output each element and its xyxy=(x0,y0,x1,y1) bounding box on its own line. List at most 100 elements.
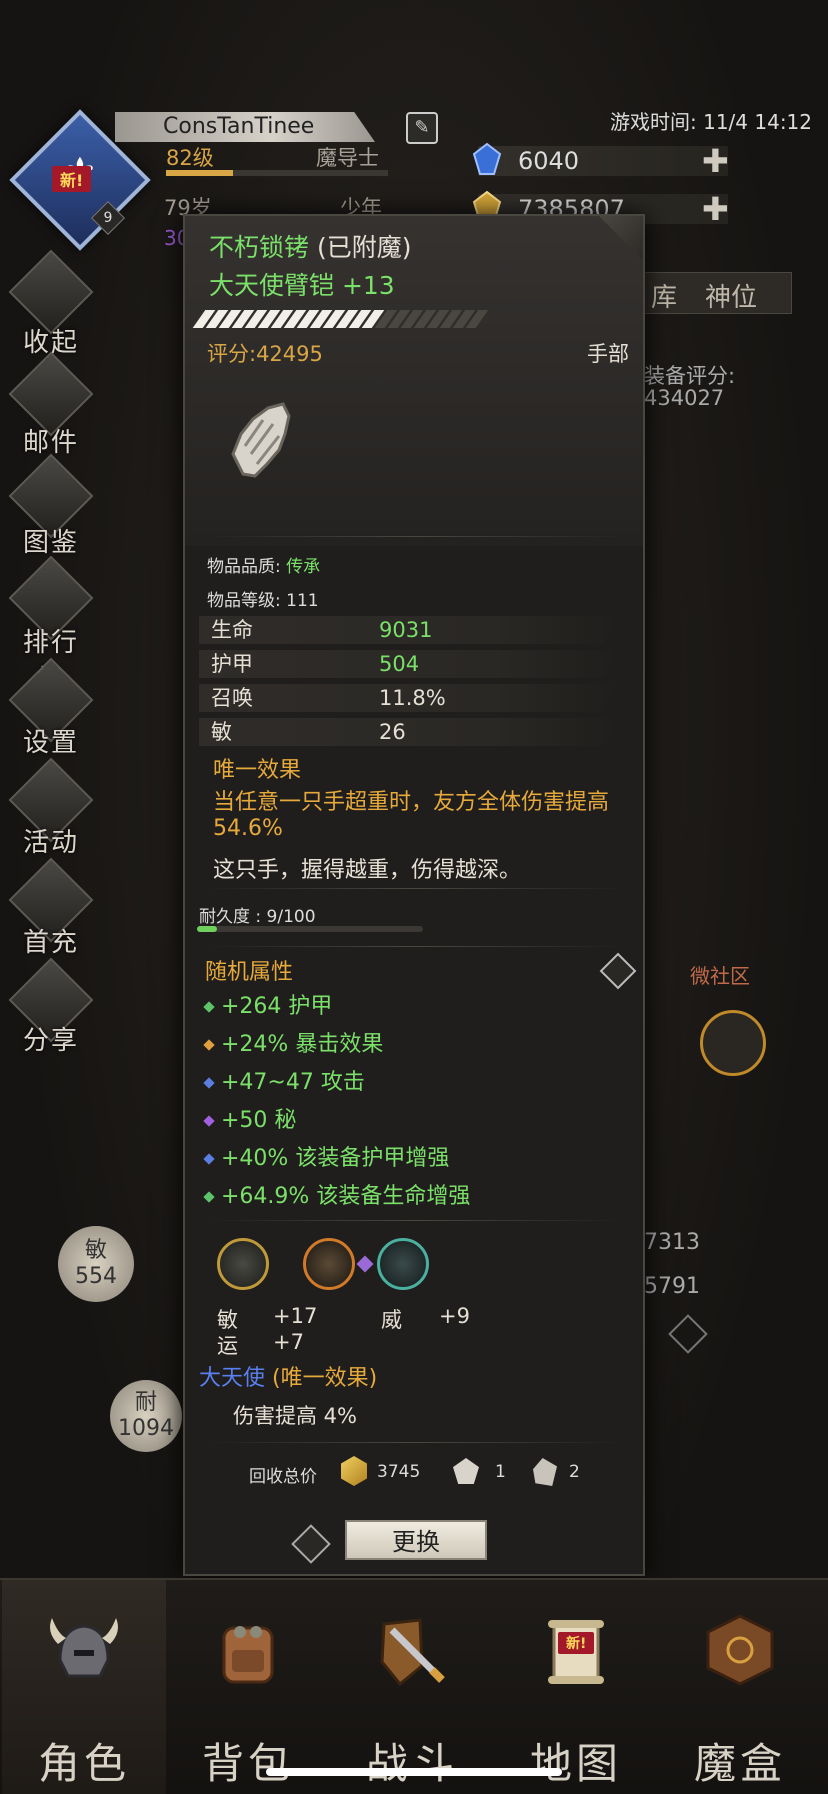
attr-dot-icon xyxy=(203,1039,215,1051)
unique-effect-title: 唯一效果 xyxy=(213,758,302,783)
socket-gem-icon[interactable] xyxy=(217,1238,269,1290)
nav-battle[interactable]: 战斗 xyxy=(330,1580,494,1794)
set-name: 大天使 xyxy=(199,1366,266,1391)
player-level: 82级 xyxy=(166,146,214,170)
blue-gem-icon xyxy=(472,142,502,175)
crystal-icon xyxy=(533,1458,557,1486)
tab-storage[interactable]: 库 xyxy=(651,277,677,314)
side-label-settings: 设置 xyxy=(22,728,79,758)
side-item-first-recharge[interactable]: 首充 xyxy=(8,857,94,958)
nav-map-label: 地图 xyxy=(529,1739,622,1788)
side-item-events[interactable]: 活动 xyxy=(8,757,94,858)
nav-backpack[interactable]: 背包 xyxy=(166,1580,330,1794)
helmet-icon xyxy=(50,1618,118,1678)
stat-name: 敏 xyxy=(211,720,232,744)
socket-stat-a-value: +17 xyxy=(273,1304,318,1328)
edit-name-button[interactable]: ✎ xyxy=(406,112,438,144)
endurance-circle: 耐 1094 xyxy=(110,1380,182,1452)
socket-gem-icon[interactable] xyxy=(303,1238,355,1290)
item-level: 物品等级: 111 xyxy=(207,591,319,611)
random-attr-text: +24% 暴击效果 xyxy=(221,1032,384,1057)
magic-cube-icon xyxy=(706,1614,774,1686)
stat-value: 9031 xyxy=(379,618,433,642)
side-item-share[interactable]: 分享 xyxy=(8,957,94,1056)
side-item-leaderboard[interactable]: 排行榜 xyxy=(8,555,94,695)
item-slot: 手部 xyxy=(587,342,629,366)
durability-bar-fill xyxy=(197,926,218,932)
random-attr-line: +47~47 攻击 xyxy=(203,1064,365,1096)
endurance-value: 1094 xyxy=(118,1416,174,1441)
sword-shield-icon xyxy=(380,1618,445,1687)
player-name: ConsTanTinee xyxy=(163,114,315,139)
replace-button[interactable]: 更换 xyxy=(345,1520,487,1560)
nav-magic-box-label: 魔盒 xyxy=(693,1739,786,1788)
set-desc: 伤害提高 4% xyxy=(233,1404,357,1428)
player-class: 魔导士 xyxy=(316,146,379,170)
socket-stat-b-label: 运 xyxy=(217,1334,238,1358)
game-time: 游戏时间: 11/4 14:12 xyxy=(610,110,813,134)
enchant-status: (已附魔) xyxy=(316,233,412,262)
nav-map[interactable]: 新! 地图 xyxy=(494,1580,658,1794)
quality-label: 物品品质: xyxy=(207,557,287,577)
exp-bar xyxy=(166,170,388,176)
exp-bar-fill xyxy=(166,170,233,176)
enchant-line: 不朽锁铐 (已附魔) xyxy=(209,228,411,264)
socket-gem-icon[interactable] xyxy=(377,1238,429,1290)
side-label-first-recharge: 首充 xyxy=(22,928,79,958)
set-bonus-line: 大天使 (唯一效果) xyxy=(199,1360,377,1392)
attr-dot-icon xyxy=(203,1001,215,1013)
agility-value: 554 xyxy=(75,1264,117,1289)
stat-name: 生命 xyxy=(211,618,253,642)
nav-character[interactable]: 角色 xyxy=(2,1580,166,1794)
equip-score-value: 434027 xyxy=(644,386,725,410)
side-item-mail[interactable]: 邮件 xyxy=(8,351,94,458)
gauntlet-icon xyxy=(231,402,291,478)
side-item-settings[interactable]: 设置 xyxy=(8,657,94,758)
add-gold-button[interactable]: ✚ xyxy=(702,193,729,225)
socket-link-icon xyxy=(356,1255,374,1273)
side-item-collapse[interactable]: 收起 xyxy=(8,249,94,358)
agility-label: 敏 xyxy=(84,1238,107,1263)
item-name: 大天使臂铠 +13 xyxy=(209,271,395,300)
stat-value: 26 xyxy=(379,720,406,744)
enhance-progress-stripes xyxy=(192,310,520,328)
nav-magic-box[interactable]: 魔盒 xyxy=(658,1580,822,1794)
stat-row: 敏 26 xyxy=(199,718,619,746)
socket-stat-c-label: 威 xyxy=(381,1308,402,1332)
set-suffix: (唯一效果) xyxy=(272,1366,378,1391)
share-item-button[interactable] xyxy=(291,1524,331,1564)
side-label-share: 分享 xyxy=(22,1026,79,1056)
nav-character-label: 角色 xyxy=(37,1739,130,1788)
durability-label: 耐久度 : 9/100 xyxy=(199,907,316,927)
socket-stat-b-value: +7 xyxy=(273,1330,304,1354)
stat-value: 504 xyxy=(379,652,420,676)
stat-row: 召唤 11.8% xyxy=(199,684,619,712)
random-attr-line: +64.9% 该装备生命增强 xyxy=(203,1178,470,1210)
quality-line: 物品品质: 传承 xyxy=(207,552,320,577)
random-attr-line: +24% 暴击效果 xyxy=(203,1026,384,1058)
info-icon[interactable] xyxy=(599,952,637,990)
tab-divinity[interactable]: 神位 xyxy=(705,277,757,314)
bg-tabs: 库 神位 xyxy=(640,272,792,314)
separator xyxy=(205,946,625,947)
community-label[interactable]: 微社区 xyxy=(690,960,750,989)
random-attr-text: +50 秘 xyxy=(221,1108,297,1133)
item-score: 评分:42495 xyxy=(207,342,323,366)
random-attr-title: 随机属性 xyxy=(205,960,294,985)
stat-row: 生命 9031 xyxy=(199,616,619,644)
quality-value: 传承 xyxy=(286,557,321,577)
add-gems-button[interactable]: ✚ xyxy=(702,145,729,177)
map-new-badge: 新! xyxy=(558,1632,595,1654)
stat-value: 11.8% xyxy=(379,686,446,710)
community-emblem-icon[interactable] xyxy=(700,1010,766,1076)
enchant-name: 不朽锁铐 xyxy=(209,233,310,262)
player-name-plate: ConsTanTinee xyxy=(115,112,375,142)
attr-dot-icon xyxy=(203,1191,215,1203)
separator xyxy=(205,1442,625,1443)
attr-dot-icon xyxy=(203,1077,215,1089)
side-item-codex[interactable]: 图鉴 xyxy=(8,453,94,558)
shard-icon xyxy=(453,1458,479,1484)
stat-row: 护甲 504 xyxy=(199,650,619,678)
attr-dot-icon xyxy=(203,1153,215,1165)
side-label-codex: 图鉴 xyxy=(22,528,79,558)
